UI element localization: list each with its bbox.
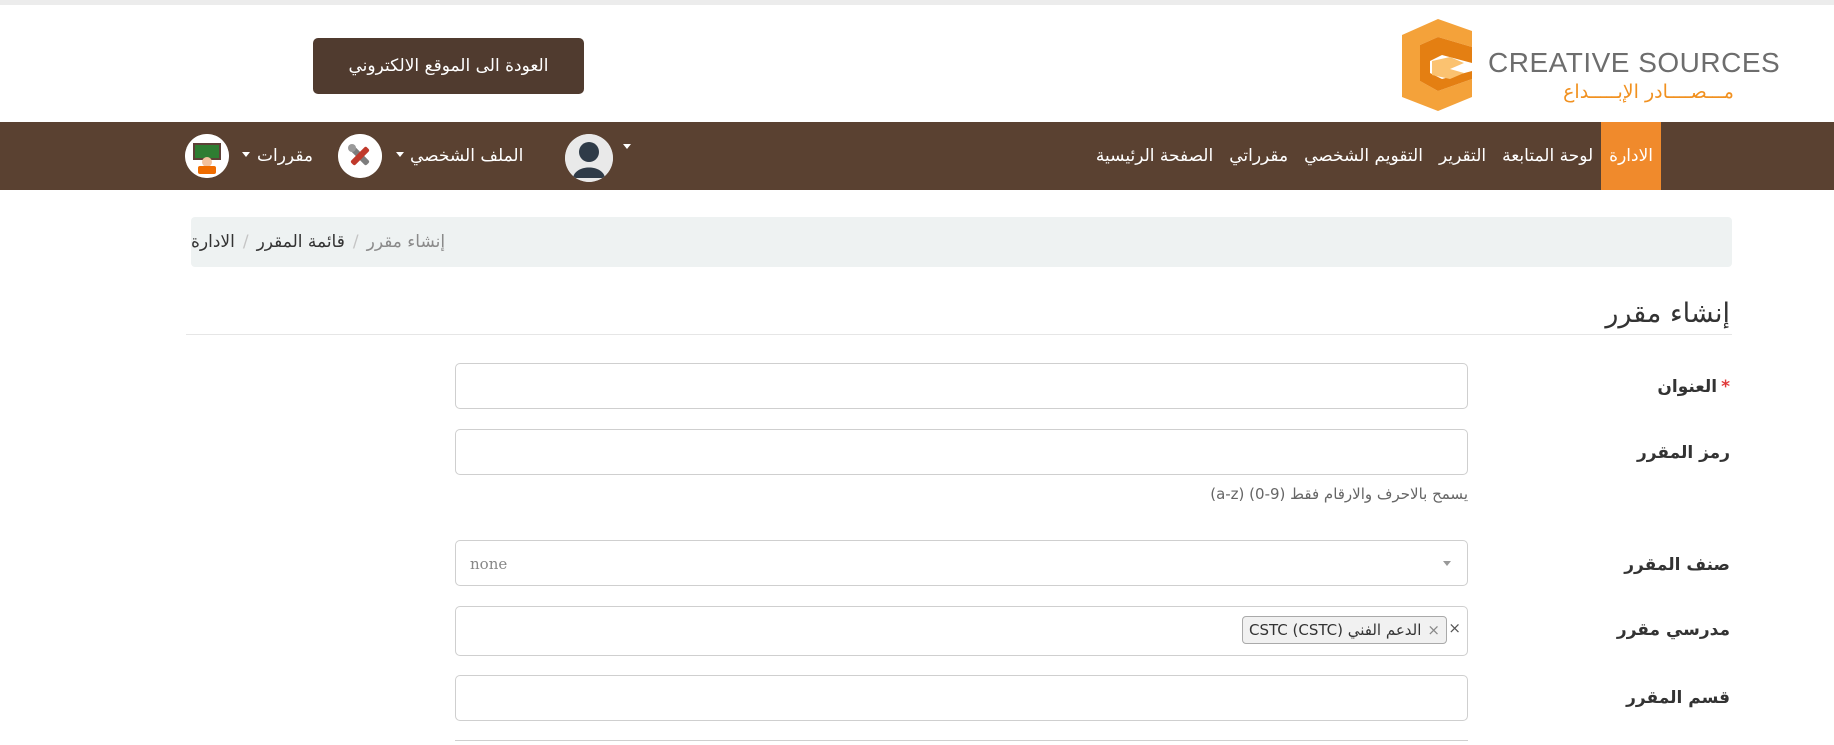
department-label: قسم المقرر: [1626, 688, 1730, 708]
title-label: *العنوان: [1657, 377, 1730, 397]
category-selected-value: none: [470, 555, 508, 573]
department-input[interactable]: [455, 675, 1468, 721]
breadcrumb-separator: /: [242, 232, 249, 252]
courses-menu[interactable]: مقررات: [185, 132, 325, 180]
tools-icon: [338, 134, 382, 178]
nav-item-admin[interactable]: الادارة: [1601, 122, 1661, 190]
teacher-tag-label: الدعم الفني (CSTC) CSTC: [1248, 621, 1422, 639]
breadcrumb: الادارة / قائمة المقرر / إنشاء مقرر: [191, 217, 1732, 267]
tag-remove-icon[interactable]: ×: [1427, 621, 1440, 639]
title-label-text: العنوان: [1657, 377, 1718, 397]
page-title: إنشاء مقرر: [1605, 298, 1730, 329]
breadcrumb-course-list[interactable]: قائمة المقرر: [257, 232, 345, 252]
chevron-down-icon: [623, 144, 631, 149]
category-select[interactable]: none: [455, 540, 1468, 586]
courses-icon: [185, 134, 229, 178]
chevron-down-icon: [1443, 561, 1451, 566]
breadcrumb-admin[interactable]: الادارة: [191, 232, 235, 252]
nav-item-my-courses[interactable]: مقرراتي: [1221, 122, 1296, 190]
logo-text-english: CREATIVE SOURCES: [1488, 47, 1781, 78]
clear-all-icon[interactable]: ×: [1448, 619, 1461, 637]
profile-label: الملف الشخصي: [410, 146, 524, 166]
site-header: العودة الى الموقع الالكتروني CREATIVE SO…: [0, 0, 1834, 122]
nav-item-dashboard[interactable]: لوحة المتابعة: [1494, 122, 1601, 190]
teacher-tag: × الدعم الفني (CSTC) CSTC: [1241, 616, 1447, 644]
chevron-down-icon: [242, 152, 250, 157]
course-code-input[interactable]: [455, 429, 1468, 475]
next-field-top-edge: [455, 740, 1468, 745]
teachers-label: مدرسي مقرر: [1616, 620, 1730, 640]
user-menu[interactable]: [565, 132, 635, 182]
chevron-down-icon: [396, 152, 404, 157]
logo-text-arabic: مـــصــــادر الإبـــــداع: [1563, 81, 1734, 103]
nav-item-home[interactable]: الصفحة الرئيسية: [1088, 122, 1221, 190]
user-avatar-icon: [565, 134, 613, 182]
course-code-label: رمز المقرر: [1636, 443, 1730, 463]
logo-mark-icon: [1402, 19, 1472, 111]
heading-divider: [186, 334, 1732, 335]
category-label: صنف المقرر: [1624, 555, 1730, 575]
breadcrumb-current: إنشاء مقرر: [366, 232, 446, 252]
teachers-multiselect[interactable]: × الدعم الفني (CSTC) CSTC ×: [455, 606, 1468, 656]
profile-menu[interactable]: الملف الشخصي: [338, 132, 558, 180]
back-to-website-button[interactable]: العودة الى الموقع الالكتروني: [313, 38, 584, 94]
page: العودة الى الموقع الالكتروني CREATIVE SO…: [0, 0, 1834, 745]
courses-label: مقررات: [257, 146, 314, 166]
nav-item-report[interactable]: التقرير: [1431, 122, 1494, 190]
nav-menu: الصفحة الرئيسية مقرراتي التقويم الشخصي ا…: [1088, 122, 1661, 190]
nav-item-calendar[interactable]: التقويم الشخصي: [1296, 122, 1431, 190]
title-input[interactable]: [455, 363, 1468, 409]
breadcrumb-separator: /: [352, 232, 359, 252]
main-navbar: الصفحة الرئيسية مقرراتي التقويم الشخصي ا…: [0, 122, 1834, 190]
required-marker: *: [1721, 377, 1730, 397]
site-logo[interactable]: CREATIVE SOURCES مـــصــــادر الإبـــــد…: [1398, 17, 1780, 115]
course-code-help: (a-z) (0-9) يسمح بالاحرف والارقام فقط: [1210, 485, 1468, 503]
